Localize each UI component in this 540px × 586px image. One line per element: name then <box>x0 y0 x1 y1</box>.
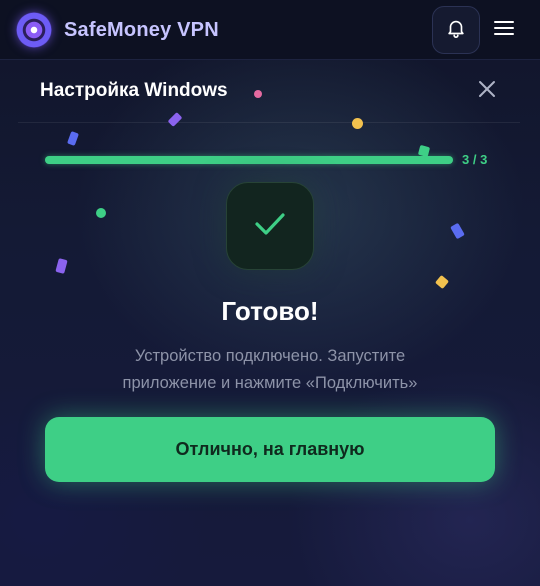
checkmark-icon <box>253 210 287 242</box>
dialog-divider <box>18 122 520 123</box>
confetti-piece <box>96 208 106 218</box>
dialog-title: Настройка Windows <box>40 80 228 101</box>
menu-button[interactable] <box>486 12 522 48</box>
progress-fill <box>45 156 453 164</box>
status-description-line-2: приложение и нажмите «Подключить» <box>122 374 418 392</box>
confetti-piece <box>352 118 363 129</box>
bell-icon <box>445 17 467 43</box>
notifications-button[interactable] <box>432 6 480 54</box>
success-badge <box>226 182 314 270</box>
status-description: Устройство подключено. Запустите приложе… <box>60 343 480 397</box>
status-description-line-1: Устройство подключено. Запустите <box>134 347 406 365</box>
status-title: Готово! <box>221 296 319 326</box>
close-button[interactable] <box>474 78 500 104</box>
go-home-button[interactable]: Отлично, на главную <box>45 417 495 482</box>
close-icon <box>478 80 496 102</box>
vpn-logo-icon <box>16 12 52 48</box>
confetti-piece <box>254 90 262 98</box>
progress-bar <box>45 156 453 164</box>
brand-name: SafeMoney VPN <box>64 19 219 41</box>
progress-counter: 3 / 3 <box>462 152 488 167</box>
app-header: SafeMoney VPN <box>0 0 540 60</box>
hamburger-menu-icon <box>493 19 515 41</box>
